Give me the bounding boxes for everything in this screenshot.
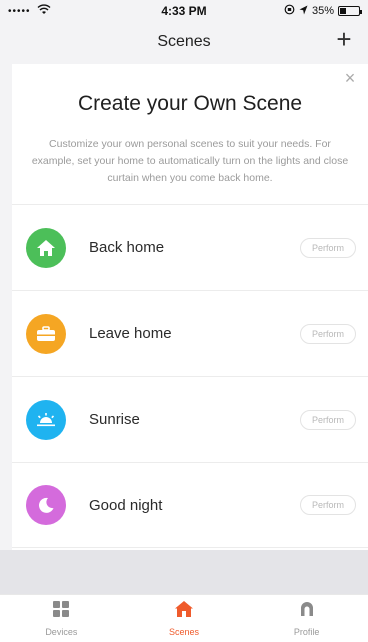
- status-right: 35%: [250, 4, 362, 18]
- scene-label: Leave home: [89, 325, 172, 342]
- perform-button[interactable]: Perform: [300, 495, 356, 515]
- grid-icon: [52, 600, 70, 623]
- card-description: Customize your own personal scenes to su…: [31, 138, 349, 184]
- card-heading: Create your Own Scene: [77, 92, 303, 115]
- tab-scenes[interactable]: Scenes: [144, 600, 224, 637]
- sunrise-icon: [26, 399, 66, 440]
- signal-strength: •••••: [8, 5, 31, 17]
- scene-item-good-night[interactable]: Good night Perform: [12, 462, 368, 548]
- content-background-strip: [0, 550, 368, 594]
- moon-icon: [26, 485, 66, 525]
- battery-fill: [339, 8, 347, 14]
- status-left: •••••: [8, 4, 118, 18]
- scene-label: Good night: [89, 496, 163, 514]
- scene-item-leave-home[interactable]: Leave home Perform: [12, 290, 368, 376]
- briefcase-icon: [26, 313, 66, 354]
- orientation-lock-icon: [284, 4, 295, 18]
- wifi-icon: [37, 4, 51, 18]
- tab-label: Scenes: [168, 627, 199, 637]
- nav-bar: Scenes +: [0, 22, 368, 62]
- scene-list: Back home Perform Leave home Perform Sun…: [12, 204, 368, 548]
- scene-label: Back home: [89, 239, 165, 256]
- perform-button[interactable]: Perform: [300, 323, 356, 344]
- create-scene-card: × Create your Own Scene Customize your o…: [12, 64, 368, 550]
- scene-item-sunrise[interactable]: Sunrise Perform: [12, 376, 368, 462]
- status-time: 4:33 PM: [161, 4, 207, 18]
- page-title: Scenes: [157, 33, 211, 50]
- status-bar: ••••• 4:33 PM 35%: [0, 0, 368, 22]
- add-scene-button[interactable]: +: [332, 26, 356, 52]
- tab-profile[interactable]: Profile: [267, 600, 347, 637]
- perform-button[interactable]: Perform: [300, 237, 356, 258]
- scene-item-back-home[interactable]: Back home Perform: [12, 204, 368, 290]
- perform-button[interactable]: Perform: [300, 409, 356, 430]
- profile-icon: [298, 600, 316, 623]
- tab-devices[interactable]: Devices: [21, 600, 101, 637]
- location-icon: [299, 5, 308, 18]
- scene-label: Sunrise: [89, 411, 140, 428]
- battery-icon: [337, 6, 362, 16]
- tab-label: Profile: [293, 627, 320, 637]
- close-card-button[interactable]: ×: [340, 68, 360, 88]
- tab-bar: Devices Scenes Profile: [0, 594, 368, 642]
- home-icon: [26, 227, 66, 268]
- home-icon: [174, 600, 194, 623]
- tab-label: Devices: [45, 627, 78, 637]
- battery-percent: 35%: [311, 5, 334, 17]
